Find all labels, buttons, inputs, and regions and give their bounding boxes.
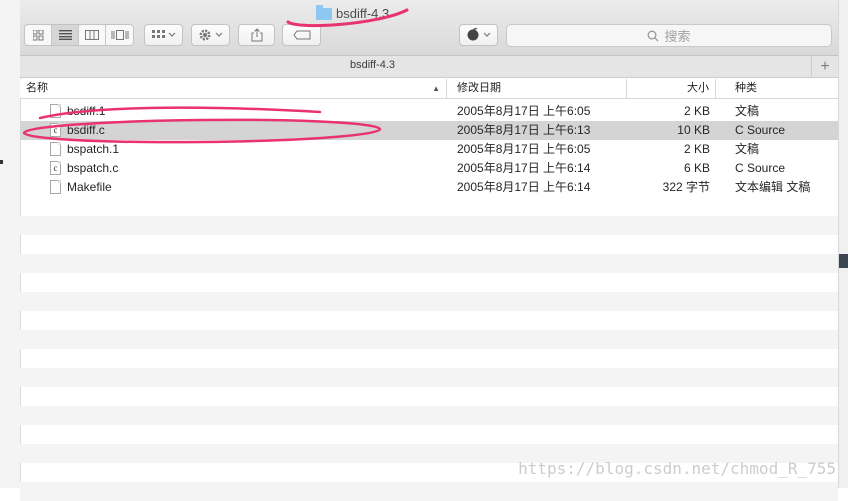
- arrange-icon: [151, 30, 175, 38]
- column-header-kind-label: 种类: [735, 82, 757, 94]
- file-name: bspatch.c: [67, 161, 119, 175]
- list-view-icon[interactable]: [52, 25, 79, 45]
- file-kind: 文本编辑 文稿: [735, 180, 811, 194]
- window-title-text: bsdiff-4.3: [336, 5, 390, 21]
- view-mode-switcher[interactable]: [24, 24, 134, 46]
- tag-button[interactable]: [282, 24, 321, 46]
- file-kind: C Source: [735, 161, 786, 175]
- tab-bar: bsdiff-4.3 +: [20, 56, 838, 78]
- file-row[interactable]: bsdiff.1 2005年8月17日 上午6:05 2 KB 文稿: [20, 102, 838, 121]
- column-header: 名称 ▲ 修改日期 大小 种类: [20, 79, 838, 99]
- extension-button[interactable]: [459, 24, 498, 46]
- file-size: 6 KB: [683, 161, 710, 175]
- file-date: 2005年8月17日 上午6:13: [457, 123, 591, 137]
- toolbar: bsdiff-4.3 搜索: [20, 0, 838, 56]
- search-field[interactable]: 搜索: [506, 24, 832, 47]
- magnifier-icon: [648, 30, 659, 41]
- doc-icon: [50, 180, 61, 194]
- file-kind: 文稿: [735, 142, 760, 156]
- column-header-date-label: 修改日期: [457, 82, 501, 94]
- file-row-selected[interactable]: c bsdiff.c 2005年8月17日 上午6:13 10 KB C Sou…: [20, 121, 838, 140]
- file-size: 2 KB: [683, 142, 710, 156]
- file-name: bspatch.1: [67, 142, 120, 156]
- file-name: bsdiff.c: [67, 123, 105, 137]
- file-date: 2005年8月17日 上午6:05: [457, 104, 591, 118]
- background-window-marker: [839, 254, 848, 268]
- file-row[interactable]: c bspatch.c 2005年8月17日 上午6:14 6 KB C Sou…: [20, 159, 838, 178]
- c-file-icon: c: [50, 123, 61, 137]
- doc-icon: [50, 142, 61, 156]
- gear-icon: [199, 29, 222, 41]
- icon-view-icon[interactable]: [25, 25, 52, 45]
- file-name: bsdiff.1: [67, 104, 106, 118]
- extension-icon: [467, 28, 490, 41]
- doc-icon: [50, 104, 61, 118]
- file-date: 2005年8月17日 上午6:05: [457, 142, 591, 156]
- file-date: 2005年8月17日 上午6:14: [457, 161, 591, 175]
- sidebar-edge: [0, 0, 21, 488]
- file-kind: 文稿: [735, 104, 760, 118]
- coverflow-view-icon[interactable]: [106, 25, 133, 45]
- watermark: https://blog.csdn.net/chmod_R_755: [518, 459, 836, 478]
- add-tab-button[interactable]: +: [811, 56, 838, 77]
- file-kind: C Source: [735, 123, 786, 137]
- column-view-icon[interactable]: [79, 25, 106, 45]
- empty-row-stripe: [20, 254, 838, 273]
- finder-window: bsdiff-4.3 搜索 bsdiff-4.3 + 名称 ▲ 修改日期 大小 …: [0, 0, 848, 501]
- background-window-edge: [838, 0, 848, 488]
- window-title: bsdiff-4.3: [316, 4, 389, 22]
- file-date: 2005年8月17日 上午6:14: [457, 180, 591, 194]
- empty-row-stripe: [20, 368, 838, 387]
- share-icon: [251, 28, 262, 42]
- file-size: 322 字节: [662, 180, 710, 194]
- empty-row-stripe: [20, 292, 838, 311]
- column-header-size-label: 大小: [687, 82, 709, 94]
- tag-icon: [292, 30, 310, 40]
- column-header-kind[interactable]: 种类: [729, 79, 838, 98]
- file-size: 10 KB: [677, 123, 710, 137]
- c-file-icon: c: [50, 161, 61, 175]
- column-header-date[interactable]: 修改日期: [451, 79, 627, 98]
- tab-title[interactable]: bsdiff-4.3: [20, 59, 725, 71]
- column-header-name[interactable]: 名称 ▲: [20, 79, 447, 98]
- file-row[interactable]: bspatch.1 2005年8月17日 上午6:05 2 KB 文稿: [20, 140, 838, 159]
- empty-row-stripe: [20, 406, 838, 425]
- action-button[interactable]: [191, 24, 230, 46]
- column-header-size[interactable]: 大小: [627, 79, 716, 98]
- empty-row-stripe: [20, 216, 838, 235]
- column-header-name-label: 名称: [26, 82, 48, 94]
- arrange-button[interactable]: [144, 24, 183, 46]
- edge-marker: [0, 160, 3, 164]
- empty-row-stripe: [20, 482, 838, 501]
- file-name: Makefile: [67, 180, 112, 194]
- share-button[interactable]: [238, 24, 275, 46]
- search-placeholder: 搜索: [664, 29, 691, 44]
- empty-row-stripe: [20, 330, 838, 349]
- folder-icon: [316, 4, 332, 20]
- file-row[interactable]: Makefile 2005年8月17日 上午6:14 322 字节 文本编辑 文…: [20, 178, 838, 197]
- sort-ascending-icon: ▲: [432, 84, 440, 93]
- file-size: 2 KB: [683, 104, 710, 118]
